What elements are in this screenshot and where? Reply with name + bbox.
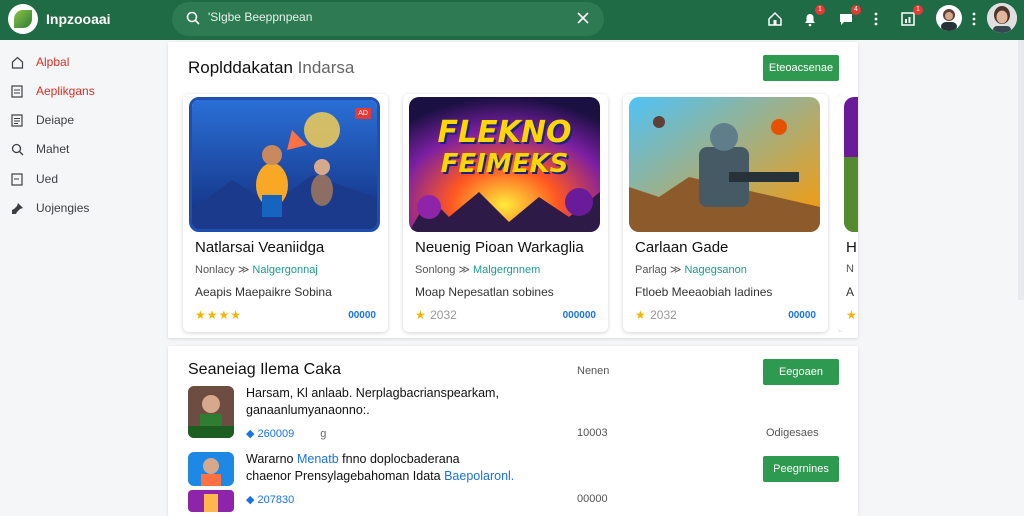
app-rating: ★★★★ xyxy=(195,308,242,322)
sidebar-item-label: Aeplikgans xyxy=(36,84,95,98)
verified-icon: ◆ xyxy=(246,428,255,440)
verified-icon: ◆ xyxy=(246,494,255,506)
sidebar-item-updates[interactable]: Ued xyxy=(10,168,58,190)
app-title: Inpzooaai xyxy=(46,11,111,27)
star-icon: ★ xyxy=(415,308,427,322)
app-title: Neuenig Pioan Warkaglia xyxy=(415,239,584,256)
see-more-button[interactable]: Eteoacsenae xyxy=(763,55,839,81)
notification-icon[interactable]: 1 xyxy=(800,5,825,29)
item-stats: ◆ 207830 xyxy=(246,494,295,506)
item-number: 10003 xyxy=(577,427,608,439)
list-item[interactable]: Harsam, Kl anlaab. Nerplagbacrianspearka… xyxy=(188,386,838,442)
app-icon xyxy=(188,386,234,438)
app-title: Natlarsai Veaniidga xyxy=(195,239,325,256)
item-subtitle: ganaanlumyanaonno:. xyxy=(246,403,370,417)
app-description: Moap Nepesatlan sobines xyxy=(415,285,554,299)
search-bar[interactable] xyxy=(172,2,604,36)
app-rating: ★ 2032 xyxy=(415,308,457,322)
home-icon[interactable] xyxy=(765,9,785,29)
game-logo-text: FEIMEKS xyxy=(440,149,569,179)
star-icon: ★ xyxy=(635,308,647,322)
search-results-section: Seaneiag Ilema Caka Nenen Eegoaen Harsam… xyxy=(168,346,858,516)
app-description: Ftloeb Meeaobiah ladines xyxy=(635,285,773,299)
install-button[interactable]: Peegrnines xyxy=(763,456,839,482)
download-count: 00000 xyxy=(348,310,376,321)
search-input[interactable] xyxy=(208,10,538,24)
list-item[interactable]: Wararno Menatb fnno doplocbaderana chaen… xyxy=(188,452,839,508)
app-card[interactable]: H N A ★ xyxy=(838,94,858,332)
app-rating: ★ xyxy=(846,308,858,322)
library-badge: 1 xyxy=(913,5,923,15)
sidebar-item-label: Alpbal xyxy=(36,55,70,69)
sidebar-item-apps[interactable]: Aeplikgans xyxy=(10,80,95,102)
sidebar: Alpbal Aeplikgans Deiape Mahet Ued Uojen… xyxy=(0,40,160,512)
column-header: Nenen xyxy=(577,365,610,377)
app-artwork: FLEKNO FEIMEKS xyxy=(409,97,600,232)
search-icon xyxy=(186,11,200,30)
clear-search-icon[interactable] xyxy=(576,11,590,30)
game-logo-text: FLEKNO xyxy=(437,115,572,150)
app-artwork: AD xyxy=(189,97,380,232)
app-card[interactable]: Carlaan Gade Parlag ≫ Nagegsanon Ftloeb … xyxy=(623,94,828,332)
item-subtitle: chaenor Prensylagebahoman Idata Baepolar… xyxy=(246,469,515,483)
item-number: 00000 xyxy=(577,493,608,505)
ad-badge: AD xyxy=(355,108,371,119)
app-meta: Nonlacy ≫ Nalgergonnaj xyxy=(195,264,318,276)
app-card[interactable]: AD Natlarsai Veaniidga Nonlacy ≫ Nalgerg… xyxy=(183,94,388,332)
library-icon[interactable]: 1 xyxy=(898,5,923,29)
top-bar: Inpzooaai 1 4 1 xyxy=(0,0,1024,40)
app-meta: Sonlong ≫ Malgergnnem xyxy=(415,264,541,276)
page-icon xyxy=(10,172,24,186)
pin-icon xyxy=(10,201,24,215)
more-vert-icon[interactable] xyxy=(866,9,886,29)
sidebar-item-library[interactable]: Deiape xyxy=(10,109,74,131)
app-meta: N xyxy=(846,263,854,275)
download-count: 000000 xyxy=(562,310,596,321)
scrollbar[interactable] xyxy=(1018,40,1024,300)
sidebar-item-label: Deiape xyxy=(36,113,75,127)
app-meta: Parlag ≫ Nagegsanon xyxy=(635,264,747,276)
list-icon xyxy=(10,113,24,127)
app-title: Carlaan Gade xyxy=(635,239,729,256)
user-avatar-small[interactable] xyxy=(936,5,962,31)
sidebar-item-search[interactable]: Mahet xyxy=(10,138,69,160)
app-description: Aeapis Maepaikre Sobina xyxy=(195,285,332,299)
card-clip: H N A ★ xyxy=(838,94,858,332)
app-artwork xyxy=(629,97,820,232)
star-icon: ★ xyxy=(846,308,858,322)
item-stats: ◆ 260009 g xyxy=(246,428,327,440)
app-artwork xyxy=(844,97,858,232)
see-all-button[interactable]: Eegoaen xyxy=(763,359,839,385)
section-title: Roplddakatan Indarsa xyxy=(188,58,355,77)
search-icon xyxy=(10,142,24,156)
sidebar-item-label: Mahet xyxy=(36,142,70,156)
more-vert-icon[interactable] xyxy=(964,9,984,29)
app-title: H xyxy=(846,239,857,256)
chat-icon[interactable]: 4 xyxy=(836,5,861,29)
document-icon xyxy=(10,84,24,98)
app-card[interactable]: FLEKNO FEIMEKS Neuenig Pioan Warkaglia S… xyxy=(403,94,608,332)
star-icon: ★★★★ xyxy=(195,308,243,322)
sidebar-item-categories[interactable]: Uojengies xyxy=(10,197,89,219)
sidebar-item-home[interactable]: Alpbal xyxy=(10,51,69,73)
sidebar-item-label: Uojengies xyxy=(36,201,90,215)
app-rating: ★ 2032 xyxy=(635,308,677,322)
app-description: A xyxy=(846,285,855,299)
chat-badge: 4 xyxy=(851,5,861,15)
app-icon xyxy=(188,452,234,486)
home-icon xyxy=(10,55,24,69)
app-logo-icon[interactable] xyxy=(8,4,38,34)
download-count: 00000 xyxy=(788,310,816,321)
item-side-label: Odigesaes xyxy=(766,427,819,439)
sidebar-item-label: Ued xyxy=(36,172,59,186)
item-title: Wararno Menatb fnno doplocbaderana xyxy=(246,452,460,466)
section-title: Seaneiag Ilema Caka xyxy=(188,361,341,378)
user-avatar[interactable] xyxy=(987,3,1017,33)
app-icon xyxy=(188,490,234,512)
notification-badge: 1 xyxy=(815,5,825,15)
item-title: Harsam, Kl anlaab. Nerplagbacrianspearka… xyxy=(246,386,499,400)
